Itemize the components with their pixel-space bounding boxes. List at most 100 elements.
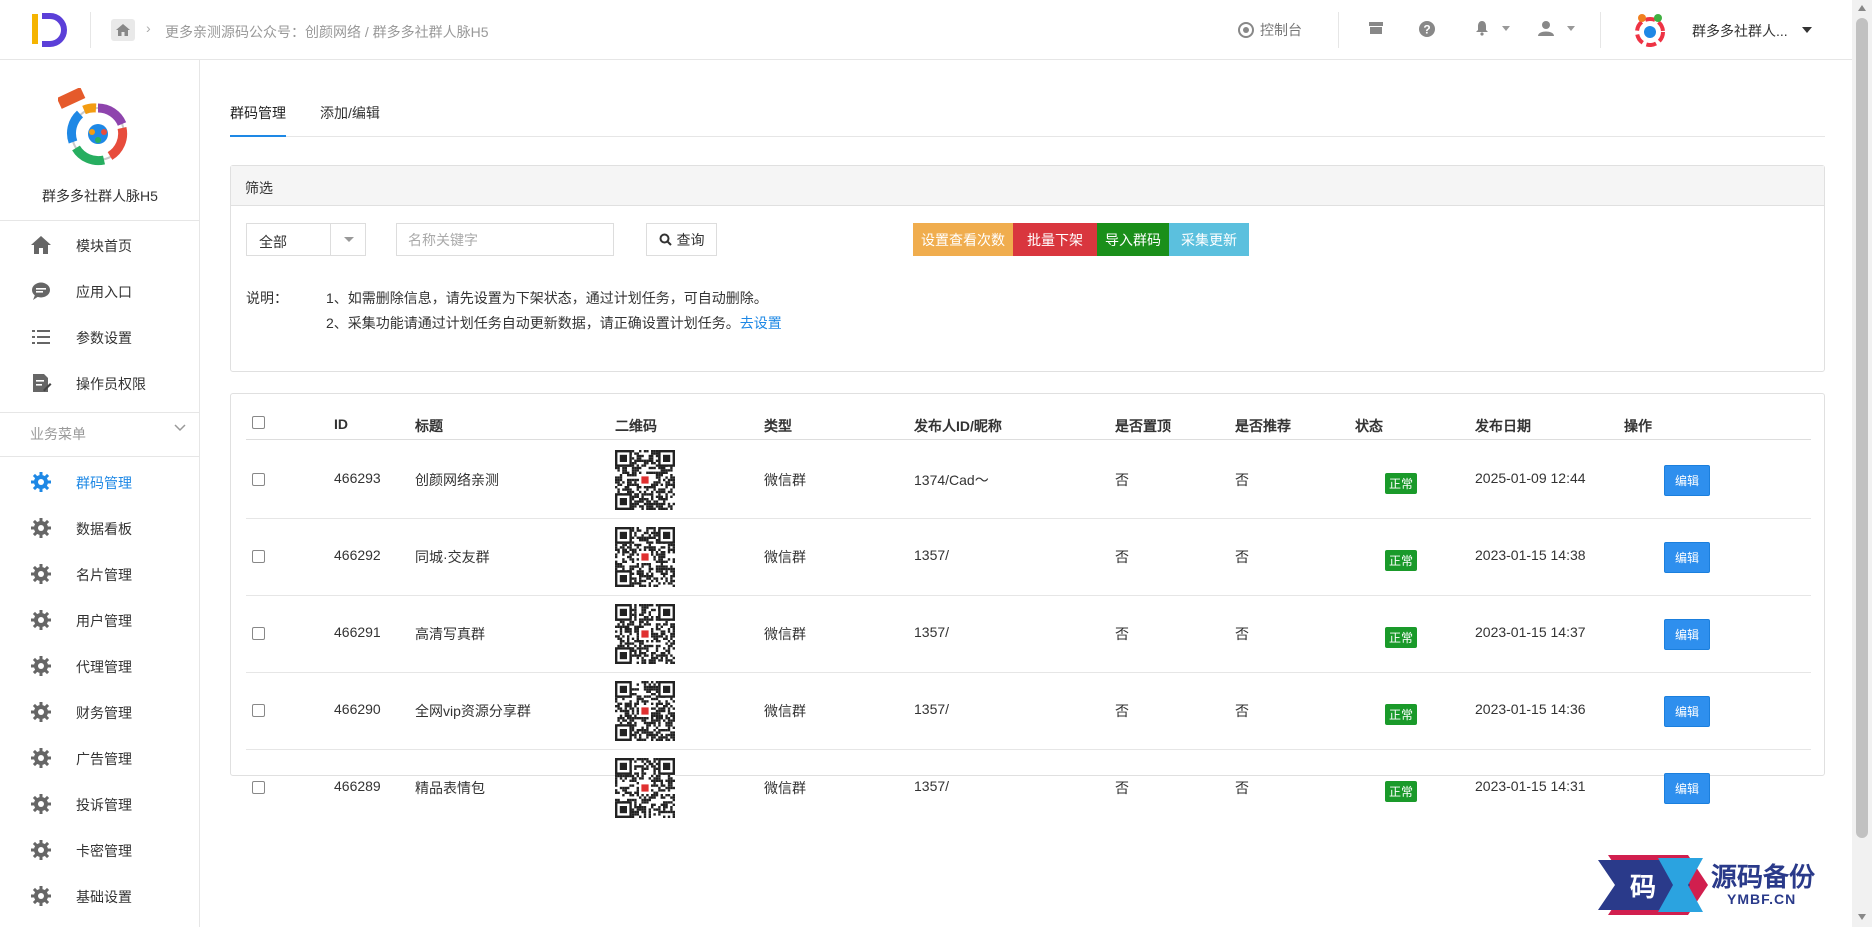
sidebar-item-label: 应用入口	[76, 284, 132, 300]
divider	[1600, 12, 1601, 48]
app-logo[interactable]	[30, 12, 70, 48]
edit-button[interactable]: 编辑	[1664, 542, 1710, 573]
qr-code-image[interactable]	[615, 681, 675, 741]
cell-recommend: 否	[1235, 703, 1249, 719]
edit-button[interactable]: 编辑	[1664, 773, 1710, 804]
cell-id: 466292	[334, 547, 381, 563]
cell-publisher: 1357/	[914, 701, 950, 717]
action-button[interactable]: 设置查看次数	[913, 223, 1013, 256]
sidebar-item-label: 操作员权限	[76, 376, 146, 392]
go-settings-link[interactable]: 去设置	[740, 315, 782, 331]
sidebar-biz-item[interactable]: 投诉管理	[0, 781, 199, 825]
help-button[interactable]: ?	[1418, 20, 1436, 38]
store-button[interactable]	[1368, 20, 1384, 36]
gear-icon	[31, 886, 51, 906]
chevron-down-icon[interactable]	[1802, 27, 1812, 33]
scroll-up-arrow[interactable]	[1858, 5, 1866, 11]
tab-group-code[interactable]: 群码管理	[230, 102, 286, 137]
notification-button[interactable]	[1474, 20, 1510, 36]
sidebar-biz-item[interactable]: 数据看板	[0, 505, 199, 549]
sidebar-biz-item[interactable]: 群码管理	[0, 459, 199, 503]
status-badge: 正常	[1385, 627, 1418, 648]
cell-publisher: 1374/Cad～	[914, 472, 989, 488]
chevron-down-icon[interactable]	[174, 422, 186, 434]
edit-button[interactable]: 编辑	[1664, 465, 1710, 496]
main-content: 群码管理 添加/编辑 筛选 全部 查询 设置查看次数批量下架导入群码采集更新 说…	[200, 60, 1852, 927]
scroll-down-arrow[interactable]	[1858, 914, 1866, 920]
scroll-thumb[interactable]	[1856, 18, 1868, 838]
row-checkbox[interactable]	[252, 550, 265, 563]
status-badge: 正常	[1385, 473, 1418, 494]
qr-code-image[interactable]	[615, 604, 675, 664]
console-link[interactable]: 控制台	[1238, 20, 1302, 40]
column-header: 发布日期	[1475, 418, 1531, 434]
sidebar-item-app-entry[interactable]: 应用入口	[0, 268, 199, 312]
sidebar-item-home[interactable]: 模块首页	[0, 222, 199, 266]
gear-icon	[31, 610, 51, 630]
select-all-checkbox[interactable]	[252, 416, 265, 429]
sidebar-item-operators[interactable]: 操作员权限	[0, 360, 199, 404]
cell-recommend: 否	[1235, 549, 1249, 565]
action-button[interactable]: 导入群码	[1097, 223, 1169, 256]
row-checkbox[interactable]	[252, 781, 265, 794]
status-badge: 正常	[1385, 550, 1418, 571]
tab-add-edit[interactable]: 添加/编辑	[320, 102, 380, 137]
user-icon	[1538, 21, 1554, 36]
sidebar-biz-item[interactable]: 用户管理	[0, 597, 199, 641]
edit-doc-icon	[33, 374, 52, 392]
user-name[interactable]: 群多多社群人...	[1692, 21, 1788, 41]
brand-logo	[58, 88, 128, 166]
column-header: 是否推荐	[1235, 418, 1291, 434]
cell-type: 微信群	[764, 703, 806, 719]
watermark-subtext: YMBF.CN	[1727, 891, 1797, 907]
action-button[interactable]: 采集更新	[1169, 223, 1249, 256]
watermark-text: 源码备份	[1711, 863, 1816, 893]
sidebar-item-label: 数据看板	[76, 521, 132, 537]
search-input[interactable]	[396, 223, 614, 256]
status-select[interactable]: 全部	[246, 223, 366, 256]
scrollbar[interactable]	[1852, 0, 1872, 927]
tab-bar: 群码管理 添加/编辑	[230, 102, 1825, 137]
sidebar-biz-item[interactable]: 财务管理	[0, 689, 199, 733]
cell-top: 否	[1115, 703, 1129, 719]
qr-code-image[interactable]	[615, 450, 675, 510]
gear-icon	[31, 748, 51, 768]
cell-date: 2023-01-15 14:37	[1475, 624, 1586, 640]
chevron-down-icon	[344, 237, 354, 242]
sidebar-biz-item[interactable]: 卡密管理	[0, 827, 199, 871]
query-button[interactable]: 查询	[646, 223, 717, 256]
home-icon[interactable]	[111, 19, 135, 41]
edit-button[interactable]: 编辑	[1664, 619, 1710, 650]
row-checkbox[interactable]	[252, 704, 265, 717]
edit-button[interactable]: 编辑	[1664, 696, 1710, 727]
action-button[interactable]: 批量下架	[1013, 223, 1097, 256]
sidebar-biz-item[interactable]: 名片管理	[0, 551, 199, 595]
user-menu-button[interactable]	[1537, 20, 1575, 36]
divider	[0, 412, 200, 413]
note-line-2: 2、采集功能请通过计划任务自动更新数据，请正确设置计划任务。去设置	[326, 313, 782, 333]
row-checkbox[interactable]	[252, 473, 265, 486]
filter-title: 筛选	[231, 166, 1824, 206]
sidebar-item-label: 用户管理	[76, 613, 132, 629]
qr-code-image[interactable]	[615, 527, 675, 587]
cell-date: 2023-01-15 14:38	[1475, 547, 1586, 563]
row-checkbox[interactable]	[252, 627, 265, 640]
sidebar-biz-item[interactable]: 基础设置	[0, 873, 199, 917]
brand-name: 群多多社群人脉H5	[42, 188, 158, 204]
cell-date: 2025-01-09 12:44	[1475, 470, 1586, 486]
cell-recommend: 否	[1235, 780, 1249, 796]
sidebar-biz-item[interactable]: 代理管理	[0, 643, 199, 687]
table-header: ID 标题 二维码 类型 发布人ID/昵称 是否置顶 是否推荐 状态 发布日期 操作	[246, 404, 1811, 440]
sidebar-item-settings[interactable]: 参数设置	[0, 314, 199, 358]
filter-panel: 筛选 全部 查询 设置查看次数批量下架导入群码采集更新 说明： 1、如需删除信息…	[230, 165, 1825, 372]
sidebar-item-label: 代理管理	[76, 659, 132, 675]
cell-id: 466293	[334, 470, 381, 486]
qr-code-image[interactable]	[615, 758, 675, 818]
cell-date: 2023-01-15 14:31	[1475, 778, 1586, 794]
divider	[0, 220, 200, 221]
sidebar-biz-item[interactable]: 广告管理	[0, 735, 199, 779]
divider	[1338, 12, 1339, 48]
chevron-down-icon	[1502, 25, 1510, 31]
avatar[interactable]	[1630, 10, 1670, 50]
status-badge: 正常	[1385, 781, 1418, 802]
